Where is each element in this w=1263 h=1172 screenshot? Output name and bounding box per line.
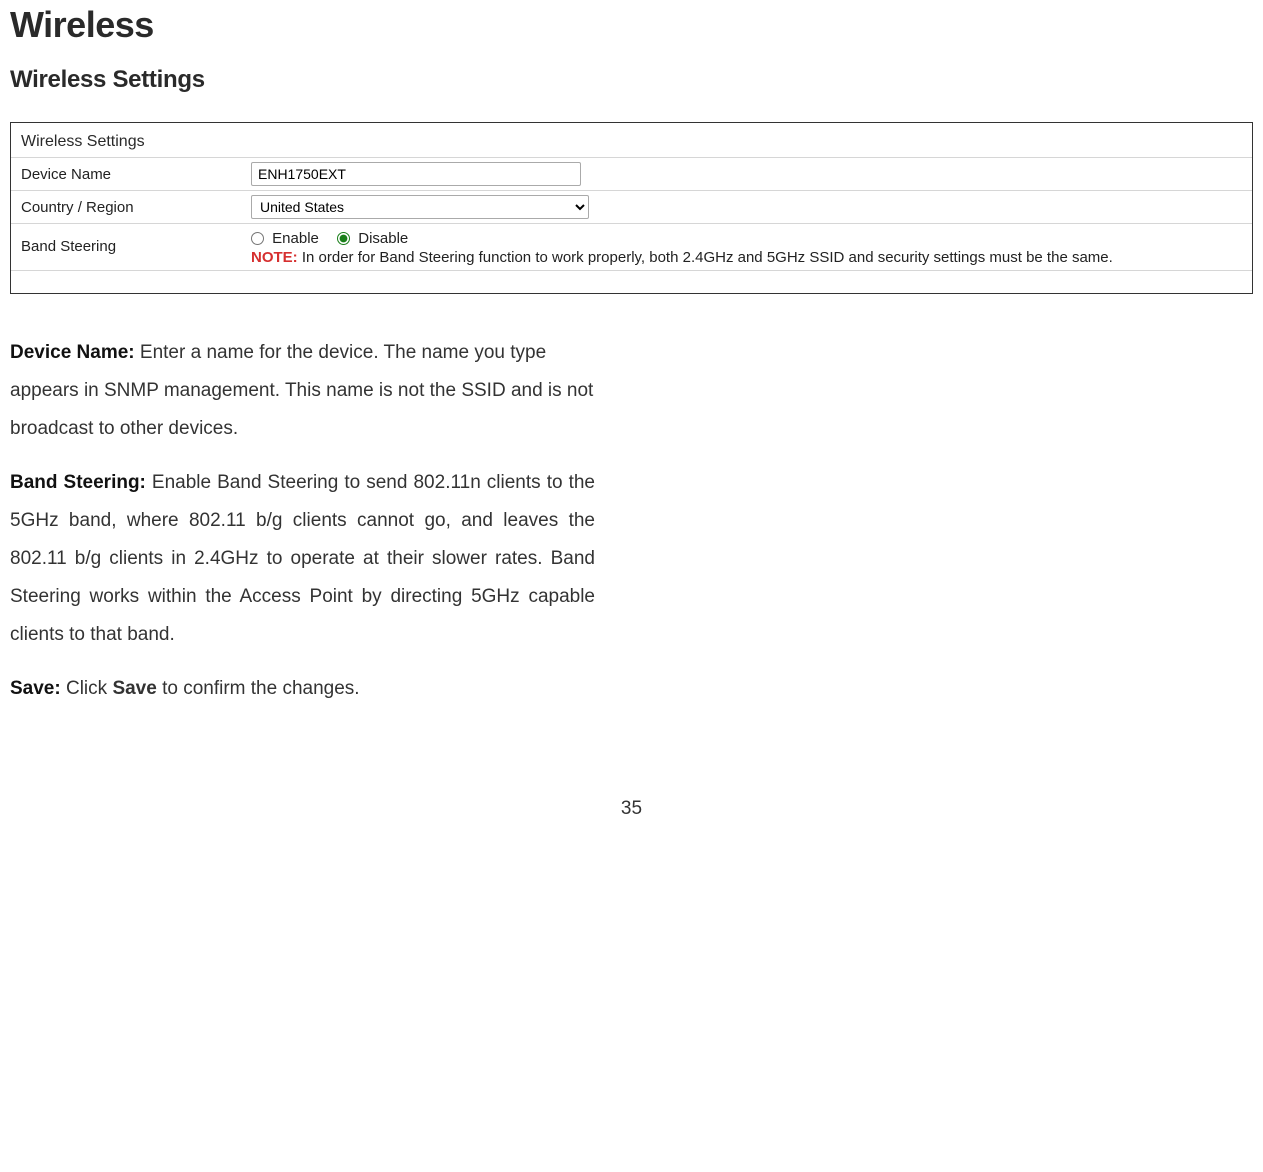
wireless-settings-panel: Wireless Settings Device Name Country / …	[10, 122, 1253, 294]
band-steering-row: Band Steering Enable Disable NOTE: In or…	[11, 224, 1252, 271]
save-bold: Save	[112, 678, 156, 699]
page-number: 35	[10, 798, 1253, 820]
save-prefix: Click	[61, 678, 113, 699]
description-column: Device Name: Enter a name for the device…	[10, 334, 595, 708]
save-description: Save: Click Save to confirm the changes.	[10, 670, 595, 708]
device-name-input[interactable]	[251, 162, 581, 186]
device-name-label: Device Name	[11, 158, 241, 191]
country-select[interactable]: United States	[251, 195, 589, 219]
section-title: Wireless Settings	[10, 66, 1253, 94]
note-label: NOTE:	[251, 249, 298, 266]
disable-radio-text: Disable	[358, 230, 408, 247]
settings-table: Device Name Country / Region United Stat…	[11, 157, 1252, 271]
page-title: Wireless	[10, 4, 1253, 46]
band-steering-label: Band Steering	[11, 224, 241, 271]
note-text: In order for Band Steering function to w…	[302, 249, 1113, 266]
country-row: Country / Region United States	[11, 191, 1252, 224]
band-steering-term: Band Steering:	[10, 472, 146, 493]
band-steering-text: Enable Band Steering to send 802.11n cli…	[10, 472, 595, 645]
enable-radio-text: Enable	[272, 230, 319, 247]
enable-radio-label[interactable]: Enable	[251, 230, 323, 247]
band-steering-radio-group: Enable Disable	[251, 228, 1242, 247]
band-steering-description: Band Steering: Enable Band Steering to s…	[10, 464, 595, 654]
device-name-term: Device Name:	[10, 342, 135, 363]
device-name-description: Device Name: Enter a name for the device…	[10, 334, 595, 448]
disable-radio[interactable]	[337, 232, 350, 245]
device-name-row: Device Name	[11, 158, 1252, 191]
band-steering-note: NOTE: In order for Band Steering functio…	[251, 249, 1242, 266]
country-label: Country / Region	[11, 191, 241, 224]
disable-radio-label[interactable]: Disable	[337, 230, 408, 247]
save-term: Save:	[10, 678, 61, 699]
panel-title: Wireless Settings	[11, 125, 1252, 157]
save-suffix: to confirm the changes.	[157, 678, 360, 699]
enable-radio[interactable]	[251, 232, 264, 245]
